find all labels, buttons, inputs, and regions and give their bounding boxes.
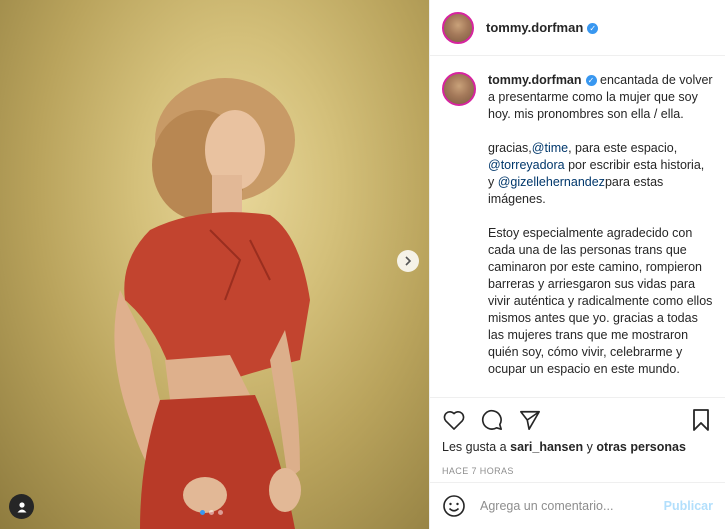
portrait-photo <box>114 78 311 529</box>
emoji-button[interactable] <box>442 494 466 518</box>
verified-badge-icon: ✓ <box>587 23 599 34</box>
carousel-dot <box>200 510 205 515</box>
mention-gizellehernandez[interactable]: @gizellehernandez <box>498 175 605 189</box>
post-sidebar: tommy.dorfman ✓ tommy.dorfman ✓ encantada … <box>429 0 725 529</box>
likes-summary: Les gusta a sari_hansen y otras personas <box>442 440 713 454</box>
comment-input[interactable] <box>480 499 664 513</box>
verified-badge-icon: ✓ <box>585 75 597 86</box>
instagram-post: tommy.dorfman ✓ tommy.dorfman ✓ encantada … <box>0 0 725 529</box>
caption-p3: Estoy especialmente agradecido con cada … <box>488 226 713 376</box>
post-timestamp[interactable]: HACE 7 HORAS <box>442 466 713 476</box>
save-button[interactable] <box>689 408 713 432</box>
post-actions: Les gusta a sari_hansen y otras personas… <box>430 397 725 482</box>
add-comment-bar: Publicar <box>430 482 725 529</box>
like-button[interactable] <box>442 408 466 432</box>
user-icon <box>17 501 26 512</box>
carousel-dot <box>218 510 223 515</box>
header-username-text[interactable]: tommy.dorfman <box>486 20 583 35</box>
share-button[interactable] <box>518 408 542 432</box>
smiley-icon <box>443 495 465 517</box>
chevron-right-icon <box>405 256 412 266</box>
comments-area: tommy.dorfman ✓ encantada de volver a pre… <box>430 56 725 397</box>
avatar[interactable] <box>442 11 474 44</box>
likes-user[interactable]: sari_hansen <box>510 440 583 454</box>
tagged-users-button[interactable] <box>9 494 34 519</box>
carousel-dot <box>209 510 214 515</box>
post-image[interactable] <box>0 0 429 529</box>
heart-icon <box>443 411 465 430</box>
post-header: tommy.dorfman ✓ <box>430 0 725 56</box>
mention-time[interactable]: @time <box>532 141 568 155</box>
comment-icon <box>481 409 502 430</box>
action-icons <box>442 404 713 436</box>
caption-avatar[interactable] <box>442 72 476 106</box>
caption-text: tommy.dorfman ✓ encantada de volver a pre… <box>488 72 713 395</box>
caption-username[interactable]: tommy.dorfman <box>488 73 582 87</box>
send-icon <box>520 410 540 430</box>
likes-prefix: Les gusta a <box>442 440 507 454</box>
next-image-button[interactable] <box>397 250 419 272</box>
caption-p2-pre: gracias, <box>488 141 532 155</box>
carousel-indicator <box>200 510 223 515</box>
bookmark-icon <box>693 409 709 431</box>
comment-button[interactable] <box>480 408 504 432</box>
mention-torreyadora[interactable]: @torreyadora <box>488 158 565 172</box>
caption-p2-mid1: , para este espacio, <box>568 141 678 155</box>
likes-connector: y <box>586 440 593 454</box>
likes-others[interactable]: otras personas <box>596 440 686 454</box>
publish-button[interactable]: Publicar <box>664 499 713 513</box>
caption: tommy.dorfman ✓ encantada de volver a pre… <box>442 72 713 395</box>
header-username[interactable]: tommy.dorfman ✓ <box>486 20 599 35</box>
